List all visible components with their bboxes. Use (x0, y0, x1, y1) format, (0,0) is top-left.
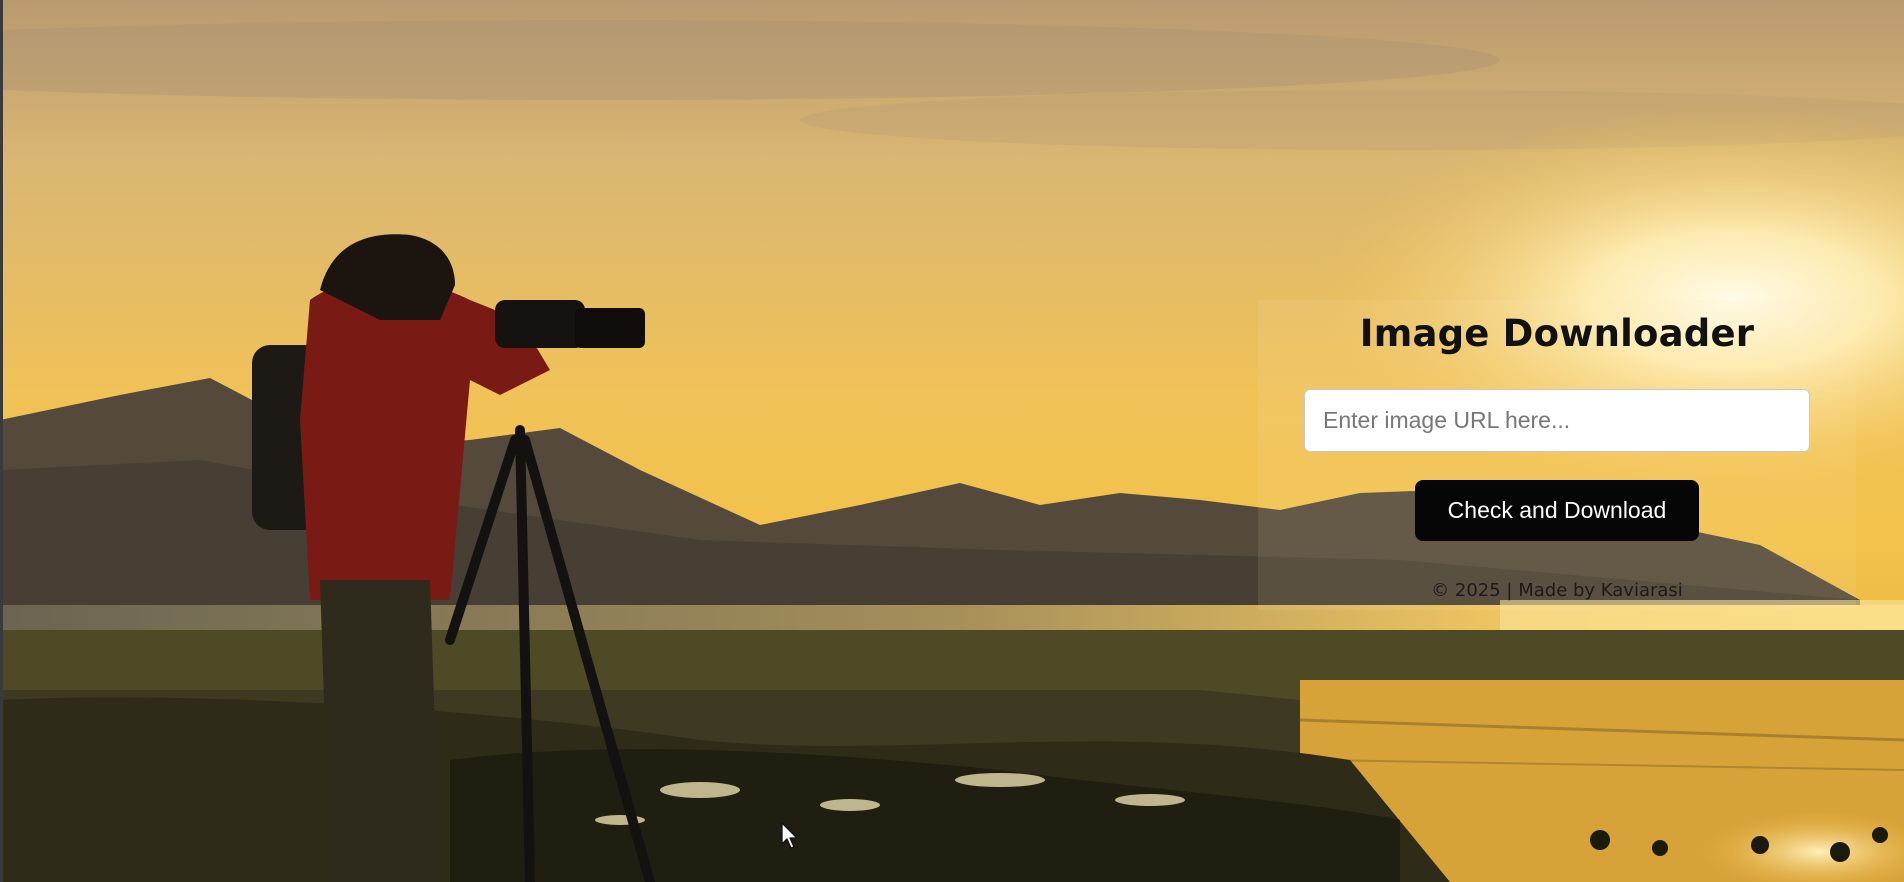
image-url-input[interactable] (1304, 389, 1810, 452)
footer-credit: © 2025 | Made by Kaviarasi (1431, 580, 1683, 601)
page: Image Downloader Check and Download © 20… (0, 0, 1904, 882)
check-and-download-button[interactable]: Check and Download (1415, 480, 1699, 541)
mouse-pointer-icon (781, 822, 798, 849)
page-title: Image Downloader (1359, 312, 1755, 355)
window-edge (0, 0, 3, 882)
downloader-panel: Image Downloader Check and Download © 20… (1258, 300, 1856, 610)
